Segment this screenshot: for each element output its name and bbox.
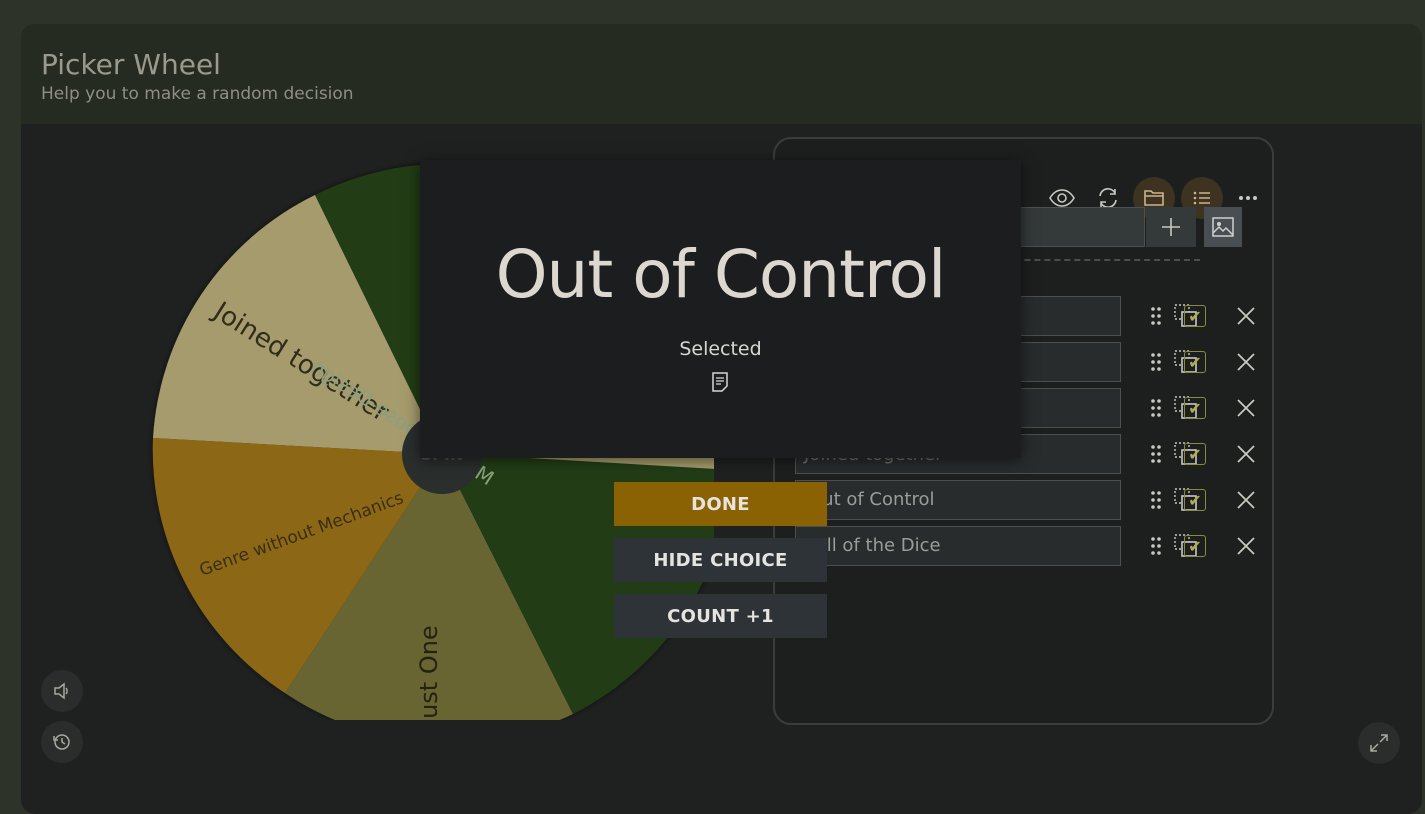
expand-icon [1370,734,1388,752]
eye-icon [1049,189,1075,207]
image-icon [1212,217,1234,237]
hide-choice-button[interactable]: HIDE CHOICE [614,538,827,582]
entry-checkbox[interactable]: ✔ [1184,489,1206,511]
list-icon [1193,191,1210,205]
drag-handle-icon[interactable] [1144,442,1168,466]
list-item: Out of Control ✔ [795,480,1265,522]
drag-handle-icon[interactable] [1144,350,1168,374]
sound-toggle-button[interactable] [41,670,83,712]
entry-checkbox[interactable]: ✔ [1184,535,1206,557]
entry-input[interactable]: Roll of the Dice [795,526,1121,566]
slice-label: Just One [415,625,443,720]
entry-checkbox[interactable]: ✔ [1184,443,1206,465]
plus-icon [1162,218,1180,236]
drag-handle-icon[interactable] [1144,396,1168,420]
history-button[interactable] [41,721,83,763]
entry-checkbox[interactable]: ✔ [1184,305,1206,327]
result-modal: Out of Control Selected [420,160,1021,458]
delete-icon[interactable] [1234,304,1258,328]
entry-checkbox[interactable]: ✔ [1184,397,1206,419]
delete-icon[interactable] [1234,442,1258,466]
history-icon [53,734,70,750]
page-subtitle: Help you to make a random decision [41,84,354,104]
more-icon [1239,196,1257,200]
entry-checkbox[interactable]: ✔ [1184,351,1206,373]
count-plus-one-button[interactable]: COUNT +1 [614,594,827,638]
drag-handle-icon[interactable] [1144,488,1168,512]
note-icon[interactable] [711,372,729,392]
delete-icon[interactable] [1234,350,1258,374]
speaker-icon [54,682,68,700]
list-item: Roll of the Dice ✔ [795,526,1265,568]
entry-input[interactable]: Out of Control [795,480,1121,520]
result-text: Out of Control [495,236,947,313]
add-image-button[interactable] [1204,207,1242,247]
delete-icon[interactable] [1234,396,1258,420]
drag-handle-icon[interactable] [1144,534,1168,558]
done-button[interactable]: DONE [614,482,827,526]
add-entry-button[interactable] [1146,207,1196,247]
selected-label: Selected [679,338,762,360]
fullscreen-button[interactable] [1358,722,1400,764]
delete-icon[interactable] [1234,488,1258,512]
header: Picker Wheel Help you to make a random d… [21,24,1422,124]
page-title: Picker Wheel [41,48,221,81]
folder-icon [1144,190,1164,206]
delete-icon[interactable] [1234,534,1258,558]
drag-handle-icon[interactable] [1144,304,1168,328]
refresh-icon [1099,188,1117,208]
